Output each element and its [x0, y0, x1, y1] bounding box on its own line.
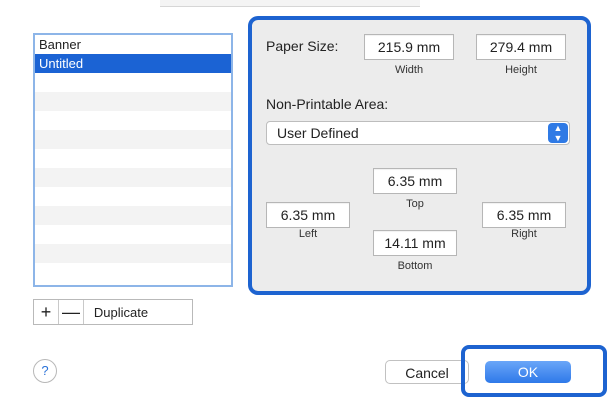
paper-height-field[interactable]: 279.4 mm [476, 34, 566, 60]
margin-right-field[interactable]: 6.35 mm [482, 202, 566, 228]
left-caption: Left [298, 228, 318, 240]
non-printable-area-select[interactable]: User Defined ▲ ▼ [266, 121, 570, 145]
width-caption: Width [394, 64, 424, 76]
list-item [35, 206, 231, 225]
paper-size-list[interactable]: Banner Untitled [33, 33, 233, 287]
ok-highlight-frame: OK [461, 345, 607, 397]
duplicate-button[interactable]: Duplicate [84, 300, 158, 324]
list-item [35, 130, 231, 149]
settings-panel: Paper Size: 215.9 mm Width 279.4 mm Heig… [248, 16, 591, 295]
list-item [35, 149, 231, 168]
ok-button[interactable]: OK [485, 361, 571, 383]
margin-top-field[interactable]: 6.35 mm [373, 168, 457, 194]
list-item [35, 225, 231, 244]
right-caption: Right [511, 228, 537, 240]
top-caption: Top [406, 198, 424, 210]
help-button[interactable]: ? [33, 359, 57, 383]
margin-left-field[interactable]: 6.35 mm [266, 202, 350, 228]
height-caption: Height [505, 64, 537, 76]
cancel-button[interactable]: Cancel [385, 360, 469, 384]
list-item [35, 111, 231, 130]
list-item [35, 92, 231, 111]
bottom-caption: Bottom [397, 260, 433, 272]
list-item [35, 168, 231, 187]
remove-button[interactable]: — [59, 300, 84, 324]
list-item [35, 244, 231, 263]
add-button[interactable]: + [34, 300, 59, 324]
list-item [35, 73, 231, 92]
paper-size-label: Paper Size: [266, 38, 339, 54]
select-value: User Defined [277, 125, 359, 141]
non-printable-area-label: Non-Printable Area: [266, 96, 389, 112]
paper-width-field[interactable]: 215.9 mm [364, 34, 454, 60]
list-item [35, 263, 231, 282]
updown-chevron-icon: ▲ ▼ [548, 123, 568, 143]
sheet-top-edge [160, 0, 420, 7]
margin-bottom-field[interactable]: 14.11 mm [373, 230, 457, 256]
list-controls: + — Duplicate [33, 299, 193, 325]
list-item-banner[interactable]: Banner [35, 35, 231, 54]
list-item [35, 187, 231, 206]
list-item-untitled[interactable]: Untitled [35, 54, 231, 73]
